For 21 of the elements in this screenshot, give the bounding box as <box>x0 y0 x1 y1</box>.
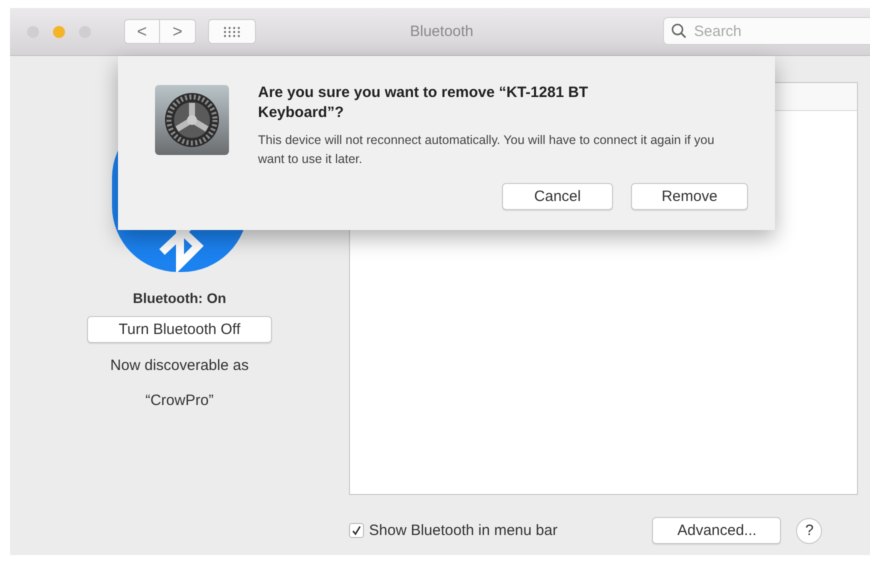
gear-icon <box>155 85 229 155</box>
show-all-button[interactable] <box>208 19 256 44</box>
device-name: “CrowPro” <box>145 392 214 409</box>
grid-icon <box>223 26 241 38</box>
status-label: Bluetooth: On <box>132 290 226 306</box>
checkmark-icon <box>351 525 362 536</box>
cancel-button[interactable]: Cancel <box>502 183 613 210</box>
remove-button[interactable]: Remove <box>631 183 748 210</box>
window-control-dot[interactable] <box>53 26 65 38</box>
search-field[interactable]: Search <box>663 17 870 45</box>
window-title: Bluetooth <box>410 23 474 40</box>
dialog-message: This device will not reconnect automatically. You will have to connect it again if you want to use it later. <box>258 132 716 168</box>
advanced-button[interactable]: Advanced... <box>652 517 782 544</box>
back-button[interactable]: < <box>124 19 160 44</box>
help-button[interactable]: ? <box>796 518 822 544</box>
search-icon <box>671 23 687 39</box>
forward-button[interactable]: > <box>160 19 196 44</box>
turn-off-button[interactable]: Turn Bluetooth Off <box>87 316 272 343</box>
dialog-title: Are you sure you want to remove “KT-1281 BT Keyboard”? <box>258 83 590 123</box>
discoverable-label: Now discoverable as <box>110 357 249 374</box>
checkbox[interactable] <box>349 523 364 538</box>
